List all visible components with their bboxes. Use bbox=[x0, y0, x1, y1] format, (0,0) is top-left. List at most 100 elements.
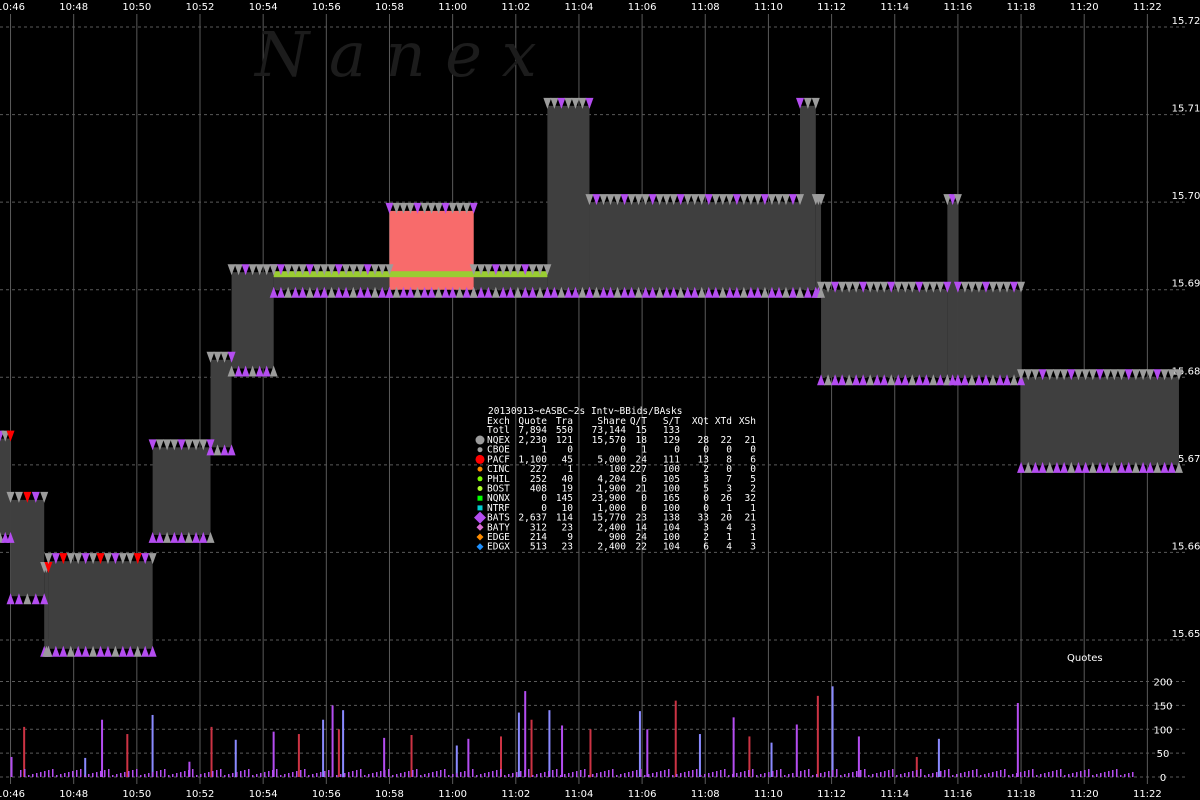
x-tick-bottom: 11:20 bbox=[1070, 789, 1099, 800]
quote-bar-small bbox=[820, 773, 822, 777]
spread-band bbox=[210, 359, 232, 448]
quote-bar-small bbox=[456, 773, 458, 777]
stats-marker-nqnx bbox=[477, 495, 483, 501]
quote-bar-small bbox=[1040, 774, 1042, 777]
quote-bar-small bbox=[468, 770, 470, 777]
x-tick-bottom: 11:16 bbox=[943, 789, 972, 800]
quote-bar-small bbox=[176, 773, 178, 777]
quote-bar bbox=[732, 717, 735, 777]
quote-bar-small bbox=[220, 769, 222, 777]
quote-bar-small bbox=[572, 772, 574, 777]
quote-bar-small bbox=[996, 771, 998, 777]
spread-band bbox=[547, 105, 590, 290]
quote-bar-small bbox=[480, 774, 482, 777]
quote-bar-small bbox=[904, 773, 906, 777]
quote-bar-small bbox=[36, 773, 38, 777]
quote-bar-small bbox=[484, 773, 486, 777]
quote-bar-small bbox=[288, 773, 290, 777]
stats-marker-edgx bbox=[476, 543, 484, 551]
x-tick-top: 11:04 bbox=[565, 2, 594, 13]
quote-bar-small bbox=[564, 774, 566, 777]
quote-bar-small bbox=[1108, 771, 1110, 777]
x-tick-top: 10:54 bbox=[249, 2, 278, 13]
quote-bar-small bbox=[404, 772, 406, 777]
quote-bar-small bbox=[612, 769, 614, 777]
quote-bar-small bbox=[1000, 770, 1002, 777]
quote-bar-small bbox=[952, 775, 954, 777]
quote-bar-small bbox=[212, 771, 214, 777]
x-tick-top: 11:02 bbox=[501, 2, 530, 13]
quote-bar bbox=[646, 729, 649, 777]
quote-bar-small bbox=[584, 769, 586, 777]
x-tick-top: 10:56 bbox=[312, 2, 341, 13]
x-tick-bottom: 11:12 bbox=[817, 789, 846, 800]
quote-bar bbox=[795, 724, 798, 777]
spread-band bbox=[821, 289, 948, 378]
quote-bar-small bbox=[964, 772, 966, 777]
quote-bar-small bbox=[588, 775, 590, 777]
quote-bar-small bbox=[912, 771, 914, 777]
quote-bar-small bbox=[556, 769, 558, 777]
stats-cell-edgx-tra: 23 bbox=[562, 542, 573, 553]
quote-bar-small bbox=[600, 772, 602, 777]
x-tick-bottom: 10:48 bbox=[59, 789, 88, 800]
x-tick-bottom: 11:14 bbox=[880, 789, 909, 800]
quote-bar bbox=[455, 745, 458, 777]
y-tick-price: 15.66 bbox=[1172, 541, 1200, 552]
quote-bar-small bbox=[1056, 770, 1058, 777]
quote-bar bbox=[561, 725, 564, 777]
quote-bar-small bbox=[644, 775, 646, 777]
x-tick-top: 11:16 bbox=[943, 2, 972, 13]
quote-bar bbox=[517, 712, 520, 777]
quote-bar-small bbox=[92, 773, 94, 777]
quote-bar-small bbox=[1088, 769, 1090, 777]
quote-bar-small bbox=[824, 772, 826, 777]
quote-bar-small bbox=[412, 770, 414, 777]
spread-band bbox=[589, 202, 800, 290]
quote-bar-small bbox=[544, 772, 546, 777]
spread-band bbox=[947, 202, 958, 378]
quote-bar-small bbox=[180, 772, 182, 777]
quote-bar-small bbox=[560, 775, 562, 777]
spread-band bbox=[0, 438, 11, 535]
quote-bar-small bbox=[896, 775, 898, 777]
quote-bar-small bbox=[440, 770, 442, 777]
quote-bar-small bbox=[1068, 774, 1070, 777]
x-tick-top: 11:20 bbox=[1070, 2, 1099, 13]
quote-bar-small bbox=[980, 775, 982, 777]
quote-bar-small bbox=[44, 771, 46, 777]
quote-bar-small bbox=[188, 770, 190, 777]
quote-bar-small bbox=[148, 773, 150, 777]
quote-bar bbox=[126, 734, 129, 777]
quote-bar-small bbox=[864, 769, 866, 777]
quote-bar bbox=[816, 695, 819, 777]
x-tick-top: 10:58 bbox=[375, 2, 404, 13]
quote-bar-small bbox=[444, 769, 446, 777]
quote-bar-small bbox=[192, 769, 194, 777]
x-tick-top: 11:22 bbox=[1133, 2, 1162, 13]
quote-bar-small bbox=[104, 770, 106, 777]
quote-bar-small bbox=[156, 771, 158, 777]
quote-bar-small bbox=[960, 773, 962, 777]
quote-bar bbox=[322, 719, 325, 777]
quote-bar-small bbox=[308, 775, 310, 777]
quote-bars bbox=[10, 686, 1134, 777]
quote-bar-small bbox=[476, 775, 478, 777]
stats-cell-edgx-exch: EDGX bbox=[487, 542, 510, 553]
quote-bar-small bbox=[152, 772, 154, 777]
axis-ticks: 10:46 10:46 10:48 10:48 10:50 10:50 10:52 10:52… bbox=[0, 2, 1200, 800]
quote-bar-small bbox=[624, 773, 626, 777]
quote-bar-small bbox=[316, 773, 318, 777]
quote-bar-small bbox=[520, 771, 522, 777]
y-tick-price: 15.71 bbox=[1172, 104, 1200, 115]
x-tick-bottom: 10:56 bbox=[312, 789, 341, 800]
quote-bar-small bbox=[216, 770, 218, 777]
quote-bar-small bbox=[804, 770, 806, 777]
quote-bar-small bbox=[128, 771, 130, 777]
quote-bar-small bbox=[724, 769, 726, 777]
quote-bar-small bbox=[1032, 769, 1034, 777]
quote-bar-small bbox=[976, 769, 978, 777]
stats-marker-ntrf bbox=[477, 505, 483, 511]
x-tick-top: 11:06 bbox=[628, 2, 657, 13]
quote-bar-small bbox=[1024, 771, 1026, 777]
